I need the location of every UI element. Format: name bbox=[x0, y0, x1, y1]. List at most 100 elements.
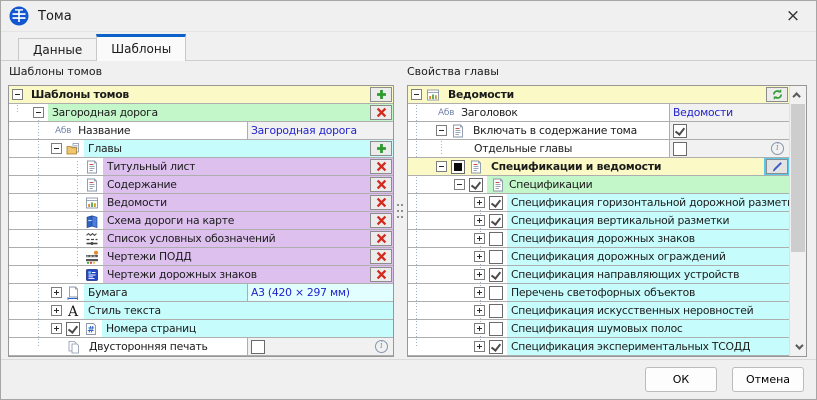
tree-row[interactable]: АбвЗаголовокВедомости bbox=[408, 104, 789, 122]
tree-row[interactable]: БумагаА3 (420 × 297 мм) bbox=[9, 284, 393, 302]
checkbox[interactable] bbox=[489, 268, 503, 282]
expander-plus-icon[interactable] bbox=[474, 215, 485, 226]
tree-row[interactable]: Спецификация шумовых полос bbox=[408, 320, 789, 338]
tree-row[interactable]: Чертежи дорожных знаков bbox=[9, 266, 393, 284]
tree-row[interactable]: Главы bbox=[9, 140, 393, 158]
delete-button[interactable] bbox=[370, 159, 392, 174]
row-label-cell: Титульный лист bbox=[103, 158, 393, 175]
tree-row[interactable]: Загородная дорога bbox=[9, 104, 393, 122]
delete-button[interactable] bbox=[370, 267, 392, 282]
info-icon[interactable]: i bbox=[375, 340, 388, 353]
checkbox[interactable] bbox=[489, 322, 503, 336]
delete-button[interactable] bbox=[370, 195, 392, 210]
tree-row[interactable]: Спецификации и ведомости bbox=[408, 158, 789, 176]
tree-row[interactable]: Шаблоны томов bbox=[9, 86, 393, 104]
tree-row[interactable]: Схема дороги на карте bbox=[9, 212, 393, 230]
tree-row[interactable]: Двусторонняя печатьi bbox=[9, 338, 393, 356]
tree-row[interactable]: Ведомости bbox=[9, 194, 393, 212]
add-button[interactable] bbox=[370, 141, 392, 156]
add-button[interactable] bbox=[370, 87, 392, 102]
expander-plus-icon[interactable] bbox=[51, 305, 62, 316]
checkbox[interactable] bbox=[451, 160, 465, 174]
tree-row[interactable]: Перечень светофорных объектов bbox=[408, 284, 789, 302]
delete-button[interactable] bbox=[370, 249, 392, 264]
scroll-up-icon[interactable] bbox=[790, 87, 806, 103]
row-label: Спецификация искусственных неровностей bbox=[511, 304, 753, 317]
checkbox[interactable] bbox=[673, 124, 687, 138]
checkbox[interactable] bbox=[489, 250, 503, 264]
checkbox[interactable] bbox=[251, 340, 265, 354]
expander-plus-icon[interactable] bbox=[474, 269, 485, 280]
edit-button[interactable] bbox=[766, 159, 788, 174]
expander-plus-icon[interactable] bbox=[51, 287, 62, 298]
row-label-cell: Ведомости bbox=[103, 194, 393, 211]
row-label: Отдельные главы bbox=[474, 142, 572, 155]
tree-row[interactable]: AСтиль текста bbox=[9, 302, 393, 320]
tree-row[interactable]: Включать в содержание тома bbox=[408, 122, 789, 140]
tree-row[interactable]: Спецификация вертикальной разметки bbox=[408, 212, 789, 230]
vertical-scrollbar[interactable] bbox=[789, 86, 806, 356]
tree-row[interactable]: Отдельные главы i bbox=[408, 140, 789, 158]
row-label-cell: Содержание bbox=[103, 176, 393, 193]
scrollbar-thumb[interactable] bbox=[791, 104, 805, 252]
expander-minus-icon[interactable] bbox=[33, 107, 44, 118]
close-icon[interactable]: × bbox=[778, 3, 808, 29]
expander-plus-icon[interactable] bbox=[474, 233, 485, 244]
ok-button[interactable]: ОК bbox=[645, 367, 717, 392]
tab-data[interactable]: Данные bbox=[18, 38, 97, 60]
tree-row[interactable]: Спецификация направляющих устройств bbox=[408, 266, 789, 284]
tree-row[interactable]: Спецификация горизонтальной дорожной раз… bbox=[408, 194, 789, 212]
checkbox[interactable] bbox=[489, 232, 503, 246]
checkbox[interactable] bbox=[489, 196, 503, 210]
scroll-down-icon[interactable] bbox=[790, 339, 806, 355]
expander-plus-icon[interactable] bbox=[51, 323, 62, 334]
right-panel-label: Свойства главы bbox=[407, 65, 499, 78]
tab-templates[interactable]: Шаблоны bbox=[96, 34, 186, 61]
tree-row[interactable]: Спецификация дорожных знаков bbox=[408, 230, 789, 248]
expander-minus-icon[interactable] bbox=[411, 89, 422, 100]
tree-row[interactable]: Ведомости bbox=[408, 86, 789, 104]
cancel-button[interactable]: Отмена bbox=[732, 367, 804, 392]
checkbox[interactable] bbox=[673, 142, 687, 156]
expander-plus-icon[interactable] bbox=[474, 341, 485, 352]
tree-row[interactable]: Спецификация экспериментальных ТСОДД bbox=[408, 338, 789, 356]
row-value-cell: i bbox=[669, 140, 789, 157]
tree-row[interactable]: Чертежи ПОДД bbox=[9, 248, 393, 266]
checkbox[interactable] bbox=[489, 340, 503, 354]
row-label-cell: Отдельные главы bbox=[470, 140, 669, 157]
expander-plus-icon[interactable] bbox=[474, 251, 485, 262]
checkbox[interactable] bbox=[489, 214, 503, 228]
info-icon[interactable]: i bbox=[771, 142, 784, 155]
row-label: Загородная дорога bbox=[52, 106, 158, 119]
delete-button[interactable] bbox=[370, 177, 392, 192]
tree-row[interactable]: АбвНазваниеЗагородная дорога bbox=[9, 122, 393, 140]
row-label: Ведомости bbox=[448, 88, 514, 101]
expander-minus-icon[interactable] bbox=[51, 143, 62, 154]
tree-row[interactable]: Список условных обозначений bbox=[9, 230, 393, 248]
splitter-grip[interactable] bbox=[397, 204, 403, 218]
delete-button[interactable] bbox=[370, 105, 392, 120]
delete-button[interactable] bbox=[370, 231, 392, 246]
tree-row[interactable]: #Номера страниц bbox=[9, 320, 393, 338]
tree-row[interactable]: Спецификация искусственных неровностей bbox=[408, 302, 789, 320]
checkbox[interactable] bbox=[66, 322, 80, 336]
expander-minus-icon[interactable] bbox=[436, 125, 447, 136]
refresh-button[interactable] bbox=[766, 87, 788, 102]
tree-row[interactable]: Титульный лист bbox=[9, 158, 393, 176]
delete-button[interactable] bbox=[370, 213, 392, 228]
tree-row[interactable]: Содержание bbox=[9, 176, 393, 194]
expander-minus-icon[interactable] bbox=[436, 161, 447, 172]
tree-row[interactable]: Спецификация дорожных ограждений bbox=[408, 248, 789, 266]
row-value-cell: А3 (420 × 297 мм) bbox=[247, 284, 393, 301]
checkbox[interactable] bbox=[489, 304, 503, 318]
property-value: Загородная дорога bbox=[251, 124, 357, 137]
tree-row[interactable]: Спецификации bbox=[408, 176, 789, 194]
expander-minus-icon[interactable] bbox=[12, 89, 23, 100]
checkbox[interactable] bbox=[489, 286, 503, 300]
checkbox[interactable] bbox=[469, 178, 483, 192]
expander-minus-icon[interactable] bbox=[454, 179, 465, 190]
expander-plus-icon[interactable] bbox=[474, 287, 485, 298]
expander-plus-icon[interactable] bbox=[474, 197, 485, 208]
expander-plus-icon[interactable] bbox=[474, 323, 485, 334]
expander-plus-icon[interactable] bbox=[474, 305, 485, 316]
